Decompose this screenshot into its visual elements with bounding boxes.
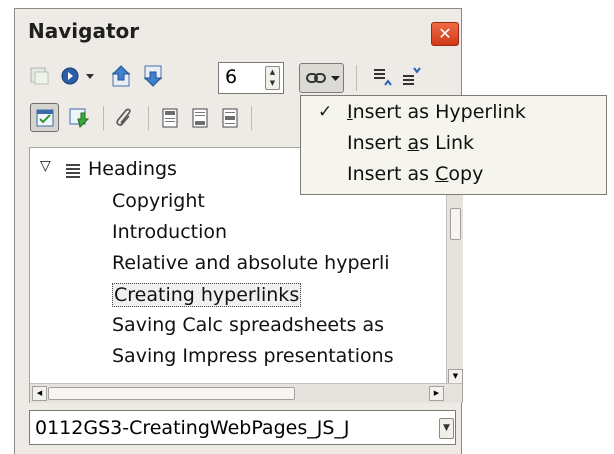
document-select-value: 0112GS3-CreatingWebPages_JS_J xyxy=(35,417,350,439)
vertical-scroll-thumb[interactable] xyxy=(450,208,461,240)
next-button[interactable] xyxy=(139,62,167,90)
scroll-right-icon[interactable]: ▶ xyxy=(429,386,444,401)
drag-mode-menu: ✓ Insert as Hyperlink Insert as Link Ins… xyxy=(300,95,607,195)
headings-icon xyxy=(66,164,80,178)
content-view-button[interactable] xyxy=(30,103,59,132)
toggle-button[interactable] xyxy=(27,63,53,89)
scroll-left-icon[interactable]: ◀ xyxy=(32,386,47,401)
navigation-button[interactable] xyxy=(57,63,83,89)
paperclip-icon xyxy=(116,108,131,126)
header-icon xyxy=(162,108,178,128)
navigation-dropdown[interactable] xyxy=(83,67,97,85)
previous-icon xyxy=(111,65,131,87)
footer-button[interactable] xyxy=(186,104,214,132)
menu-item-label: Insert as Copy xyxy=(347,163,484,185)
set-reminder-icon xyxy=(69,108,90,128)
scroll-down-icon[interactable]: ▼ xyxy=(448,369,463,384)
page-number-value[interactable]: 6 xyxy=(225,66,237,88)
chevron-down-icon xyxy=(331,76,340,81)
tree-item[interactable]: Saving Calc spreadsheets as xyxy=(112,314,384,336)
window-title: Navigator xyxy=(28,19,140,43)
close-button[interactable]: ✕ xyxy=(431,22,459,46)
content-view-icon xyxy=(36,109,53,126)
page-number-spinner[interactable]: 6 ▲ ▼ xyxy=(218,62,284,94)
menu-item-label: Insert as Link xyxy=(347,132,475,154)
document-select[interactable]: 0112GS3-CreatingWebPages_JS_J ▼ xyxy=(29,410,456,445)
next-icon xyxy=(143,65,163,87)
check-icon: ✓ xyxy=(318,102,333,122)
promote-chapter-button[interactable] xyxy=(370,63,396,89)
spin-buttons[interactable]: ▲ ▼ xyxy=(265,66,280,90)
menu-item-insert-as-hyperlink[interactable]: ✓ Insert as Hyperlink xyxy=(301,98,606,129)
title-bar[interactable]: Navigator ✕ xyxy=(15,9,461,49)
horizontal-scrollbar[interactable]: ◀ ▶ xyxy=(30,383,462,403)
header-button[interactable] xyxy=(156,104,184,132)
navigator-window: Navigator ✕ 6 ▲ ▼ ▽ Headings Copyright I… xyxy=(14,8,463,454)
drag-mode-button[interactable] xyxy=(299,63,344,93)
navigation-icon xyxy=(61,67,79,85)
menu-item-insert-as-link[interactable]: Insert as Link xyxy=(301,129,606,160)
promote-chapter-icon xyxy=(374,69,392,86)
anchor-button[interactable] xyxy=(111,104,139,132)
set-reminder-button[interactable] xyxy=(65,104,93,132)
toolbar-separator xyxy=(251,106,252,130)
tree-root-headings[interactable]: Headings xyxy=(88,158,177,180)
previous-button[interactable] xyxy=(107,62,135,90)
anchor-icon xyxy=(222,108,238,128)
menu-item-label: Insert as Hyperlink xyxy=(347,101,526,123)
toolbar-separator xyxy=(103,106,104,130)
demote-chapter-button[interactable] xyxy=(399,63,425,89)
tree-item[interactable]: Relative and absolute hyperli xyxy=(112,252,390,274)
toggle-icon xyxy=(30,67,49,85)
tree-item-selected[interactable]: Creating hyperlinks xyxy=(112,283,302,307)
menu-item-insert-as-copy[interactable]: Insert as Copy xyxy=(301,160,606,191)
tree-item[interactable]: Saving Impress presentations xyxy=(112,345,394,367)
dropdown-icon xyxy=(86,74,94,79)
expander-icon[interactable]: ▽ xyxy=(40,158,51,174)
tree-item[interactable]: Introduction xyxy=(112,221,227,243)
anchor-marker-button[interactable] xyxy=(216,104,244,132)
demote-chapter-icon xyxy=(403,67,421,85)
tree-item[interactable]: Copyright xyxy=(112,190,205,212)
drag-mode-icon xyxy=(306,73,326,83)
close-icon: ✕ xyxy=(438,24,452,43)
toolbar-separator xyxy=(148,106,149,130)
footer-icon xyxy=(192,108,208,128)
horizontal-scroll-thumb[interactable] xyxy=(48,387,295,400)
spin-down-icon[interactable]: ▼ xyxy=(266,78,279,89)
toolbar-separator xyxy=(356,65,357,91)
spin-up-icon[interactable]: ▲ xyxy=(266,67,279,78)
chevron-down-icon[interactable]: ▼ xyxy=(439,418,454,439)
